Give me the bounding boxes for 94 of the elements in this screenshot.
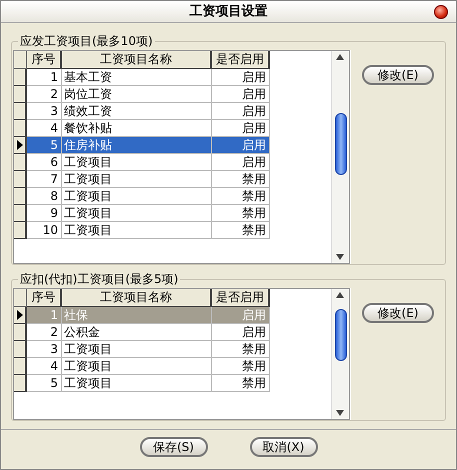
table-cell: 禁用 [212, 188, 270, 205]
dialog-button[interactable]: 取消(X) [250, 436, 318, 456]
table-cell: 禁用 [212, 358, 270, 375]
modify-button[interactable]: 修改(E) [362, 303, 434, 323]
table-cell: 绩效工资 [62, 103, 212, 120]
table-cell: 5 [27, 137, 62, 154]
table-cell: 工资项目 [62, 205, 212, 222]
row-indicator[interactable] [14, 103, 27, 120]
table-cell: 禁用 [212, 222, 270, 239]
table-cell: 启用 [212, 86, 270, 103]
column-header[interactable]: 是否启用 [212, 289, 270, 307]
table-cell: 禁用 [212, 375, 270, 392]
table-row[interactable]: 2 岗位工资 启用 [14, 86, 270, 103]
table-cell: 启用 [212, 307, 270, 324]
scrollbar[interactable] [331, 51, 349, 263]
table-cell: 工资项目 [62, 188, 212, 205]
table-cell: 工资项目 [62, 171, 212, 188]
table-cell: 1 [27, 307, 62, 324]
table-cell: 启用 [212, 69, 270, 86]
row-indicator[interactable] [14, 171, 27, 188]
scroll-down-icon[interactable] [336, 410, 344, 416]
table-cell: 工资项目 [62, 375, 212, 392]
scroll-up-icon[interactable] [336, 54, 344, 60]
table-row[interactable]: 8 工资项目 禁用 [14, 188, 270, 205]
table-row[interactable]: 10 工资项目 禁用 [14, 222, 270, 239]
scroll-up-icon[interactable] [336, 292, 344, 298]
table-cell: 7 [27, 171, 62, 188]
window-title: 工资项目设置 [190, 2, 268, 21]
row-indicator[interactable] [14, 137, 27, 154]
table-row[interactable]: 5 工资项目 禁用 [14, 375, 270, 392]
row-indicator[interactable] [14, 120, 27, 137]
table-row[interactable]: 4 工资项目 禁用 [14, 358, 270, 375]
table-cell: 工资项目 [62, 222, 212, 239]
table-row[interactable]: 5 住房补贴 启用 [14, 137, 270, 154]
group-title: 应扣(代扣)工资项目(最多5项) [18, 271, 180, 287]
row-indicator[interactable] [14, 188, 27, 205]
table-cell: 公积金 [62, 324, 212, 341]
row-indicator[interactable] [14, 86, 27, 103]
table-cell: 社保 [62, 307, 212, 324]
table-cell: 3 [27, 341, 62, 358]
table-row[interactable]: 3 工资项目 禁用 [14, 341, 270, 358]
column-header[interactable]: 工资项目名称 [62, 51, 212, 69]
column-header[interactable]: 序号 [27, 51, 62, 69]
table-cell: 8 [27, 188, 62, 205]
table-cell: 5 [27, 375, 62, 392]
table-cell: 岗位工资 [62, 86, 212, 103]
table-cell: 6 [27, 154, 62, 171]
header-corner [14, 51, 27, 69]
close-icon[interactable] [434, 5, 448, 19]
row-indicator[interactable] [14, 154, 27, 171]
table-row[interactable]: 1 基本工资 启用 [14, 69, 270, 86]
table-row[interactable]: 2 公积金 启用 [14, 324, 270, 341]
row-indicator[interactable] [14, 69, 27, 86]
table-cell: 启用 [212, 154, 270, 171]
table-cell: 启用 [212, 324, 270, 341]
table-cell: 4 [27, 358, 62, 375]
table-cell: 工资项目 [62, 341, 212, 358]
table-cell: 工资项目 [62, 154, 212, 171]
table-cell: 禁用 [212, 205, 270, 222]
table-cell: 10 [27, 222, 62, 239]
dialog-button[interactable]: 保存(S) [140, 436, 208, 456]
scroll-thumb[interactable] [335, 113, 347, 175]
row-indicator[interactable] [14, 307, 27, 324]
header-corner [14, 289, 27, 307]
table-cell: 9 [27, 205, 62, 222]
column-header[interactable]: 序号 [27, 289, 62, 307]
column-header[interactable]: 工资项目名称 [62, 289, 212, 307]
row-indicator[interactable] [14, 205, 27, 222]
table-cell: 禁用 [212, 341, 270, 358]
table-cell: 2 [27, 324, 62, 341]
table-cell: 基本工资 [62, 69, 212, 86]
table-cell: 2 [27, 86, 62, 103]
scroll-thumb[interactable] [335, 309, 347, 361]
row-indicator[interactable] [14, 222, 27, 239]
row-indicator[interactable] [14, 375, 27, 392]
row-indicator[interactable] [14, 341, 27, 358]
table-row[interactable]: 7 工资项目 禁用 [14, 171, 270, 188]
row-indicator[interactable] [14, 358, 27, 375]
row-indicator[interactable] [14, 324, 27, 341]
table-row[interactable]: 9 工资项目 禁用 [14, 205, 270, 222]
table-cell: 禁用 [212, 171, 270, 188]
column-header[interactable]: 是否启用 [212, 51, 270, 69]
scroll-down-icon[interactable] [336, 254, 344, 260]
table-cell: 工资项目 [62, 358, 212, 375]
table-row[interactable]: 3 绩效工资 启用 [14, 103, 270, 120]
table-cell: 住房补贴 [62, 137, 212, 154]
table-cell: 启用 [212, 137, 270, 154]
table-cell: 3 [27, 103, 62, 120]
scrollbar[interactable] [331, 289, 349, 419]
group-title: 应发工资项目(最多10项) [18, 33, 155, 49]
table-cell: 启用 [212, 103, 270, 120]
table-cell: 1 [27, 69, 62, 86]
modify-button[interactable]: 修改(E) [362, 65, 434, 85]
table-row[interactable]: 6 工资项目 启用 [14, 154, 270, 171]
